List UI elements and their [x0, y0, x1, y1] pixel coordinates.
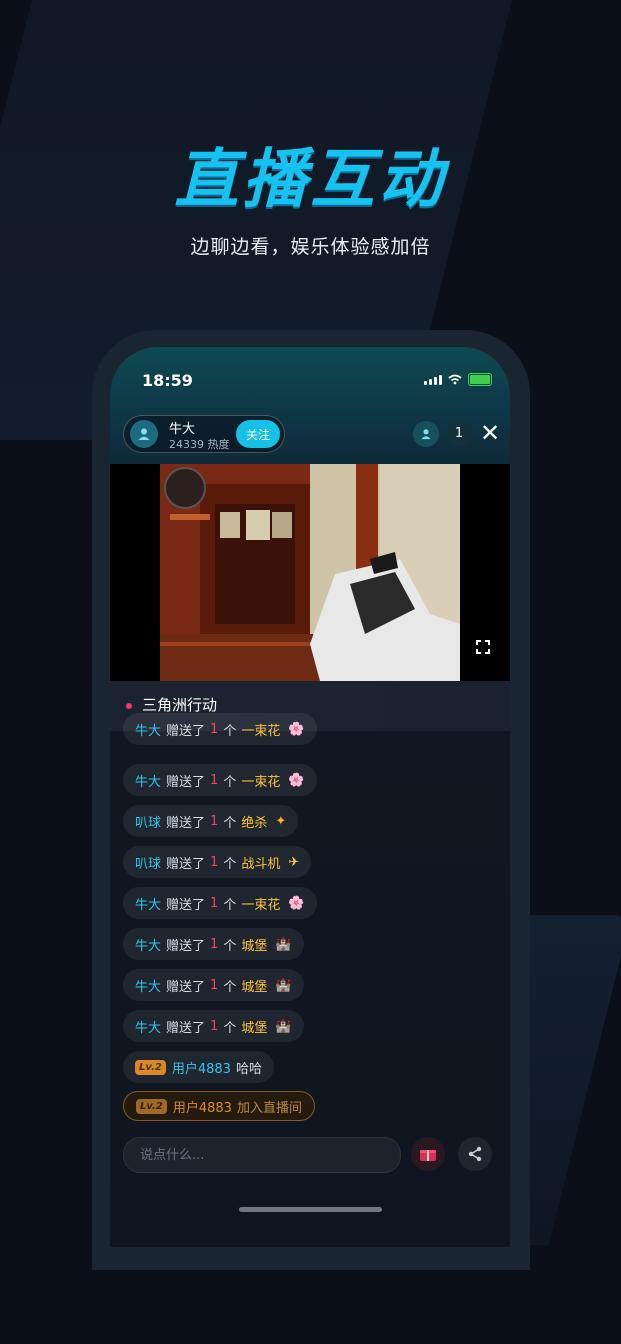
level-badge: Lv.2 — [135, 1059, 166, 1075]
castle-gift-icon: 🏰 — [275, 1018, 292, 1034]
chat-gift-message: 牛大 赠送了 1 个 城堡 🏰 — [123, 1010, 304, 1042]
chat-gift-message: 牛大 赠送了 1 个 一束花 🌸 — [123, 764, 317, 796]
chat-username[interactable]: 叭球 — [135, 812, 161, 831]
chat-text-message: Lv.2 用户4883 哈哈 — [123, 1051, 274, 1083]
promo-headline: 直播互动 — [174, 143, 447, 217]
chat-username[interactable]: 牛大 — [135, 935, 161, 954]
castle-gift-icon: 🏰 — [275, 936, 292, 952]
signal-icon — [424, 374, 442, 385]
chat-username[interactable]: 牛大 — [135, 976, 161, 995]
castle-gift-icon: 🏰 — [275, 977, 292, 993]
close-icon[interactable]: ✕ — [478, 421, 502, 447]
chat-gift-message: 牛大 赠送了 1 个 城堡 🏰 — [123, 928, 304, 960]
chat-gift-message: 叭球 赠送了 1 个 绝杀 ✦ — [123, 805, 299, 837]
chat-username[interactable]: 用户4883 — [173, 1097, 232, 1116]
status-bar: 18:59 — [110, 347, 510, 407]
flower-gift-icon: 🌸 — [288, 772, 305, 788]
follow-button[interactable]: 关注 — [236, 420, 280, 448]
host-info[interactable]: 牛大 24339 热度 关注 — [123, 415, 285, 453]
game-stream-frame — [160, 464, 460, 681]
chat-gift-message: 叭球 赠送了 1 个 战斗机 ✈ — [123, 846, 312, 878]
user-icon — [138, 428, 150, 440]
chat-input[interactable] — [124, 1138, 396, 1172]
chat-username[interactable]: 牛大 — [135, 1017, 161, 1036]
promo-subline: 边聊边看，娱乐体验感加倍 — [190, 236, 431, 258]
host-heat: 24339 热度 — [169, 438, 230, 451]
gift-box-icon — [420, 1150, 436, 1161]
status-icons — [424, 373, 492, 386]
host-avatar[interactable] — [130, 420, 158, 448]
chat-gift-message: 牛大 赠送了 1 个 一束花 🌸 — [123, 713, 317, 745]
gift-button[interactable] — [411, 1137, 445, 1171]
channel-name: 三角洲行动 — [142, 696, 218, 714]
fighter-jet-gift-icon: ✈ — [288, 854, 300, 870]
home-indicator[interactable] — [239, 1207, 382, 1212]
chat-username[interactable]: 牛大 — [135, 771, 161, 790]
chat-username[interactable]: 牛大 — [135, 894, 161, 913]
viewer-count[interactable]: 1 — [446, 421, 472, 447]
level-badge: Lv.2 — [136, 1098, 167, 1114]
status-time: 18:59 — [142, 371, 193, 390]
chat-join-message: Lv.2 用户4883 加入直播间 — [123, 1091, 315, 1121]
share-icon — [468, 1146, 482, 1162]
chat-username[interactable]: 叭球 — [135, 853, 161, 872]
chat-gift-message: 牛大 赠送了 1 个 一束花 🌸 — [123, 887, 317, 919]
viewer-avatar[interactable] — [413, 421, 439, 447]
battery-icon — [468, 373, 492, 386]
kill-gift-icon: ✦ — [275, 813, 287, 829]
chat-gift-message: 牛大 赠送了 1 个 城堡 🏰 — [123, 969, 304, 1001]
share-button[interactable] — [458, 1137, 492, 1171]
wifi-icon — [448, 374, 462, 385]
chat-input-bar[interactable] — [123, 1137, 401, 1173]
live-indicator — [126, 703, 132, 709]
phone-screen: 18:59 牛大 24339 热度 关注 1 ✕ 三角洲行动 牛大 赠送了 1 … — [110, 347, 510, 1247]
flower-gift-icon: 🌸 — [288, 721, 305, 737]
chat-username[interactable]: 牛大 — [135, 720, 161, 739]
flower-gift-icon: 🌸 — [288, 895, 305, 911]
fullscreen-icon[interactable] — [476, 640, 490, 654]
host-name: 牛大 — [169, 422, 196, 437]
chat-username[interactable]: 用户4883 — [172, 1058, 231, 1077]
user-icon — [421, 429, 431, 440]
video-player[interactable] — [110, 464, 510, 681]
game-scene — [160, 464, 460, 681]
